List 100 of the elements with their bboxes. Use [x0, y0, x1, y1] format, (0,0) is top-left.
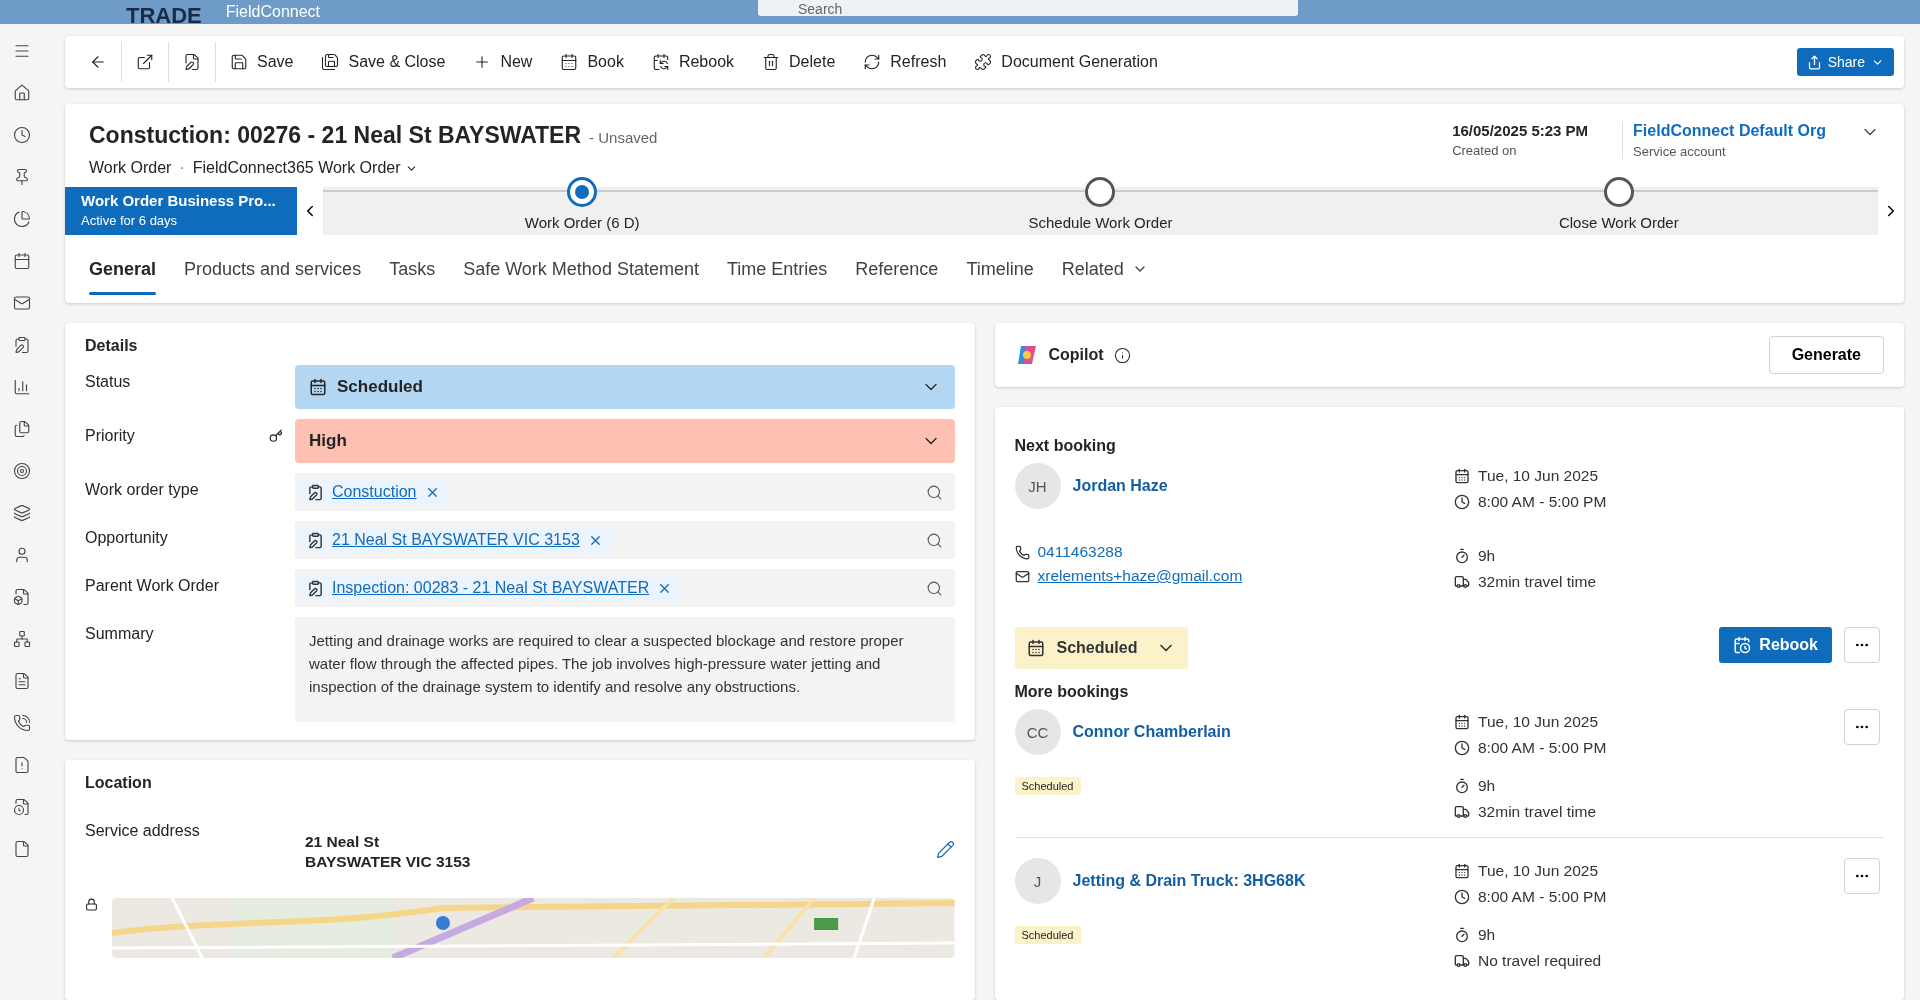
calendar-icon: [309, 378, 327, 396]
tab[interactable]: Time Entries: [714, 235, 840, 303]
files-nav-button[interactable]: [13, 420, 31, 438]
toolbar-button[interactable]: New: [459, 42, 547, 82]
tab[interactable]: Safe Work Method Statement: [451, 235, 711, 303]
search-button[interactable]: [925, 483, 943, 501]
tab[interactable]: Products and services: [172, 235, 374, 303]
alert-document-nav-button[interactable]: [13, 756, 31, 774]
option-dropdown[interactable]: Scheduled: [295, 365, 955, 409]
toolbar-button[interactable]: Delete: [748, 42, 850, 82]
process-stage[interactable]: Schedule Work Order: [841, 177, 1360, 235]
clock-nav-button[interactable]: [13, 126, 31, 144]
window-icon: [136, 53, 154, 71]
booking-time: 8:00 AM - 5:00 PM: [1478, 888, 1607, 906]
process-stage[interactable]: Close Work Order: [1359, 177, 1878, 235]
document-clock-nav-button[interactable]: [13, 798, 31, 816]
target-nav-button[interactable]: [13, 462, 31, 480]
search-icon: [925, 483, 943, 501]
document-clock-icon: [13, 798, 31, 816]
lookup-link[interactable]: Inspection: 00283 - 21 Neal St BAYSWATER: [299, 575, 681, 601]
phone-nav-button[interactable]: [13, 714, 31, 732]
truck-icon: [1454, 804, 1470, 820]
calendar-icon: [1454, 468, 1470, 484]
lock-icon: [85, 898, 98, 911]
toolbar-button[interactable]: Save & Close: [307, 42, 460, 82]
summary-field[interactable]: Jetting and drainage works are required to clear a suspected blockage and restore proper water flow through the affected pipes. The job involves high-pressure water jetting and inspection of the drainage system to identify and resolve any obstructions.: [295, 617, 955, 722]
booking-date: Tue, 10 Jun 2025: [1478, 467, 1599, 485]
calendar-icon: [1454, 714, 1470, 730]
toolbar-button[interactable]: Document Generation: [960, 42, 1172, 82]
lookup-field[interactable]: Inspection: 00283 - 21 Neal St BAYSWATER: [295, 569, 955, 607]
rebook-button[interactable]: Rebook: [1719, 627, 1832, 663]
entity-name: Work Order: [89, 159, 172, 177]
tab[interactable]: General: [77, 235, 169, 303]
bar-chart-nav-button[interactable]: [13, 378, 31, 396]
avatar: J: [1014, 858, 1061, 904]
travel-time: 32min travel time: [1478, 803, 1596, 821]
network-nav-button[interactable]: [13, 630, 31, 648]
booking-date: Tue, 10 Jun 2025: [1478, 862, 1599, 880]
process-stage[interactable]: Work Order (6 D): [323, 177, 842, 235]
chart-nav-button[interactable]: [13, 210, 31, 228]
lookup-field[interactable]: 21 Neal St BAYSWATER VIC 3153: [295, 521, 955, 559]
section-title: Location: [85, 774, 153, 792]
clock-icon: [1454, 889, 1470, 905]
phone-link[interactable]: 0411463288: [1037, 543, 1123, 561]
mail-icon: [1014, 568, 1030, 584]
search-field[interactable]: Search: [758, 0, 1298, 16]
share-button[interactable]: Share: [1796, 48, 1894, 76]
lookup-field[interactable]: Constuction: [295, 473, 955, 511]
page-nav-button[interactable]: [13, 840, 31, 858]
toolbar-button[interactable]: Rebook: [637, 42, 749, 82]
home-nav-button[interactable]: [13, 84, 31, 102]
document-icon: [13, 588, 31, 606]
layers-icon: [13, 504, 31, 522]
timer-icon: [1454, 548, 1470, 564]
booking-duration: 9h: [1478, 777, 1496, 795]
record-title: Constuction: 00276 - 21 Neal St BAYSWATER - Unsaved: [89, 122, 658, 149]
person-icon: [13, 546, 31, 564]
lookup-link[interactable]: Constuction: [299, 479, 448, 505]
created-label: Created on: [1452, 143, 1518, 158]
tab[interactable]: Related: [1049, 235, 1160, 303]
page-icon: [13, 840, 31, 858]
tab[interactable]: Tasks: [377, 235, 448, 303]
toolbar-button[interactable]: Book: [546, 42, 638, 82]
person-nav-button[interactable]: [13, 546, 31, 564]
resource-link[interactable]: Connor Chamberlain: [1072, 723, 1231, 741]
resource-link[interactable]: Jordan Haze: [1072, 477, 1168, 495]
toolbar-button[interactable]: Save: [216, 42, 308, 82]
search-button[interactable]: [925, 579, 943, 597]
process-flyout[interactable]: Work Order Business Pro... Active for 6 days: [65, 187, 297, 235]
pin-nav-button[interactable]: [13, 168, 31, 186]
timer-icon: [1454, 927, 1470, 943]
clipboard-nav-button[interactable]: [13, 336, 31, 354]
trash-icon: [762, 53, 781, 71]
layers-nav-button[interactable]: [13, 504, 31, 522]
chart-icon: [13, 210, 31, 228]
document-nav-button[interactable]: [13, 588, 31, 606]
save-close-icon: [321, 53, 340, 71]
form-selector[interactable]: FieldConnect365 Work Order: [192, 159, 418, 177]
clipboard-icon: [13, 336, 31, 354]
booking-status-dropdown[interactable]: Scheduled: [1014, 627, 1188, 669]
mail-nav-button[interactable]: [13, 294, 31, 312]
email-link[interactable]: xrelements+haze@gmail.com: [1037, 567, 1243, 585]
resource-link[interactable]: Jetting & Drain Truck: 3HG68K: [1072, 872, 1306, 890]
status-badge: Scheduled: [1014, 777, 1081, 795]
search-button[interactable]: [925, 531, 943, 549]
toolbar-button[interactable]: Refresh: [849, 42, 961, 82]
generate-button[interactable]: Generate: [1768, 336, 1884, 374]
tab[interactable]: Reference: [843, 235, 951, 303]
field-label: Status: [85, 373, 131, 391]
service-address: 21 Neal St BAYSWATER VIC 3153: [305, 832, 472, 872]
separator-dot: ·: [179, 159, 185, 177]
option-dropdown[interactable]: High: [295, 419, 955, 463]
document-nav-button[interactable]: [13, 672, 31, 690]
owner-link[interactable]: FieldConnect Default Org: [1633, 122, 1826, 140]
lookup-link[interactable]: 21 Neal St BAYSWATER VIC 3153: [299, 527, 611, 553]
tab[interactable]: Timeline: [954, 235, 1046, 303]
menu-nav-button[interactable]: [13, 42, 31, 60]
search-icon: [925, 579, 943, 597]
calendar-nav-button[interactable]: [13, 252, 31, 270]
home-icon: [13, 84, 31, 102]
